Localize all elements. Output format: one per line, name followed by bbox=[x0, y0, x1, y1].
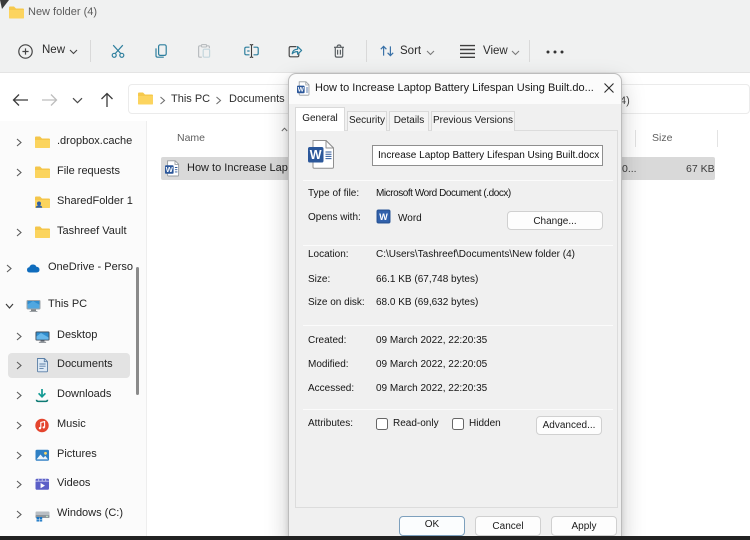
svg-text:W: W bbox=[310, 148, 322, 162]
svg-text:W: W bbox=[379, 212, 388, 222]
svg-text:W: W bbox=[298, 87, 305, 94]
svg-text:W: W bbox=[166, 165, 174, 174]
